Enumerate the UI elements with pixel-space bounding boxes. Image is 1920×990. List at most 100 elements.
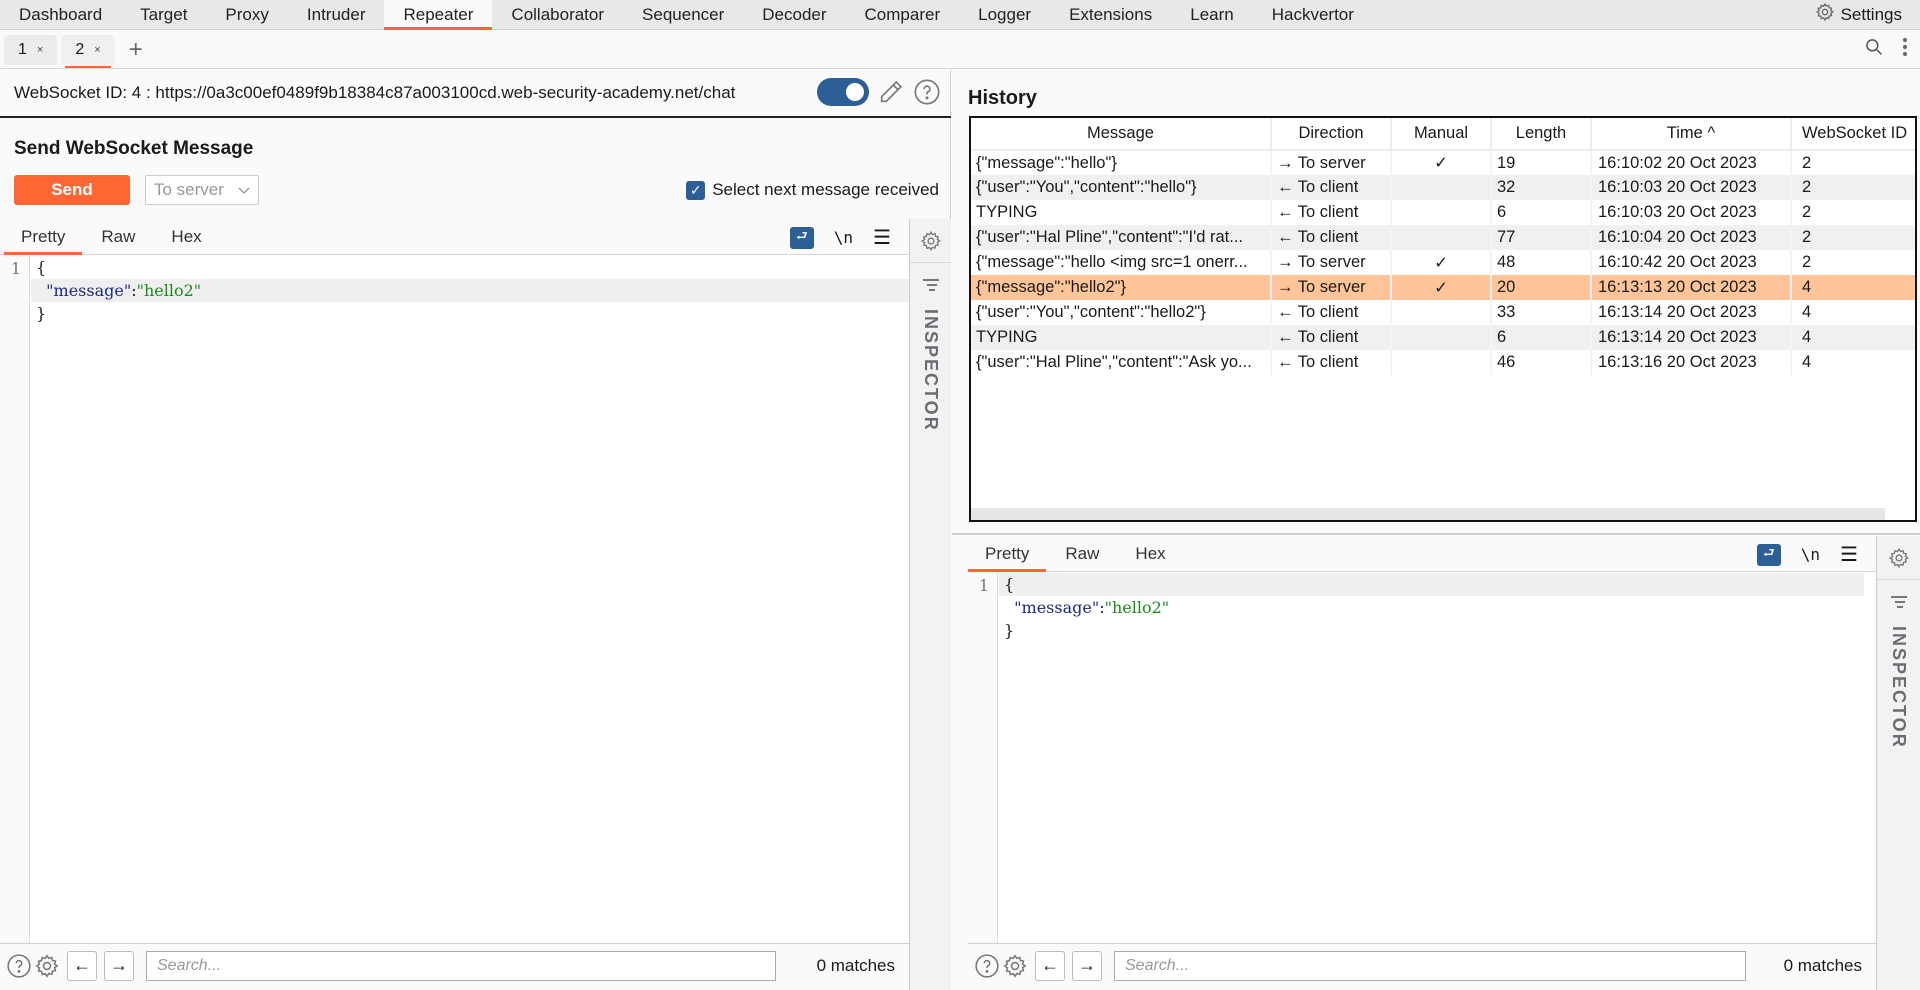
column-header-length[interactable]: Length bbox=[1491, 118, 1592, 151]
inspector-panel[interactable]: INSPECTOR bbox=[1876, 536, 1920, 990]
menu-repeater[interactable]: Repeater bbox=[384, 0, 493, 30]
cell-direction: ← To client bbox=[1271, 225, 1392, 250]
cell-length: 6 bbox=[1491, 200, 1592, 225]
code-line: } bbox=[999, 619, 1864, 642]
gear-icon[interactable] bbox=[34, 953, 60, 979]
table-row[interactable]: {"message":"hello2"} → To server ✓ 20 16:13:… bbox=[971, 275, 1915, 300]
previous-match-button[interactable]: ← bbox=[1035, 950, 1065, 981]
pencil-icon[interactable] bbox=[877, 78, 905, 106]
cell-time: 16:13:14 20 Oct 2023 bbox=[1591, 300, 1792, 325]
select-next-message-checkbox[interactable]: ✓ Select next message received bbox=[686, 180, 939, 200]
tab-raw[interactable]: Raw bbox=[1048, 544, 1116, 571]
menu-hackvertor[interactable]: Hackvertor bbox=[1253, 0, 1373, 29]
column-header-time[interactable]: Time ^ bbox=[1591, 118, 1792, 151]
cell-time: 16:10:03 20 Oct 2023 bbox=[1591, 175, 1792, 200]
help-icon[interactable] bbox=[974, 953, 1000, 979]
chevron-down-icon bbox=[238, 180, 250, 200]
close-icon[interactable]: × bbox=[37, 44, 43, 56]
close-icon[interactable]: × bbox=[94, 44, 100, 56]
inspector-settings[interactable] bbox=[1877, 536, 1920, 580]
menu-proxy[interactable]: Proxy bbox=[206, 0, 287, 29]
table-row[interactable]: {"message":"hello <img src=1 onerr... → T… bbox=[971, 250, 1915, 275]
table-row[interactable]: TYPING ← To client 6 16:13:14 20 Oct 2023 4 bbox=[971, 325, 1915, 350]
tab-raw[interactable]: Raw bbox=[84, 227, 152, 254]
table-row[interactable]: {"user":"Hal Pline","content":"Ask yo...… bbox=[971, 350, 1915, 375]
repeater-tab-2[interactable]: 2 × bbox=[61, 34, 115, 68]
arrow-left-icon: ← bbox=[1041, 955, 1059, 975]
code-area[interactable]: 1 { "message":"hello2" } bbox=[0, 256, 909, 943]
table-row[interactable]: {"message":"hello"} → To server ✓ 19 16:10:0… bbox=[971, 150, 1915, 175]
more-options-icon[interactable] bbox=[1902, 37, 1908, 62]
help-icon[interactable] bbox=[6, 953, 32, 979]
inspector-panel[interactable]: INSPECTOR bbox=[909, 219, 951, 990]
line-number: 1 bbox=[978, 576, 989, 595]
show-newlines-button[interactable]: \n bbox=[1801, 545, 1820, 564]
send-button[interactable]: Send bbox=[14, 175, 130, 205]
tab-pretty[interactable]: Pretty bbox=[4, 227, 83, 255]
json-value: "hello2" bbox=[136, 281, 202, 300]
direction-select[interactable]: To server bbox=[145, 175, 259, 205]
menu-sequencer[interactable]: Sequencer bbox=[623, 0, 743, 29]
cell-time: 16:10:03 20 Oct 2023 bbox=[1591, 200, 1792, 225]
inspector-label[interactable]: INSPECTOR bbox=[1888, 626, 1909, 749]
menu-dashboard[interactable]: Dashboard bbox=[0, 0, 121, 29]
inspector-settings[interactable] bbox=[910, 219, 951, 263]
column-header-message[interactable]: Message bbox=[971, 118, 1272, 151]
hamburger-menu-icon[interactable]: ☰ bbox=[1840, 542, 1858, 567]
settings-button[interactable]: Settings bbox=[1815, 0, 1920, 29]
repeater-tab-row: 1 × 2 × + bbox=[0, 31, 1920, 69]
add-tab-button[interactable]: + bbox=[129, 37, 143, 62]
next-match-button[interactable]: → bbox=[104, 950, 134, 981]
menu-intruder[interactable]: Intruder bbox=[288, 0, 385, 29]
inspector-collapse-icon[interactable] bbox=[1877, 594, 1920, 610]
cell-websocket-id: 2 bbox=[1791, 150, 1915, 175]
inspector-collapse-icon[interactable] bbox=[910, 277, 951, 293]
tab-hex[interactable]: Hex bbox=[154, 227, 218, 254]
word-wrap-icon[interactable]: ⮐ bbox=[1756, 543, 1781, 566]
repeater-tab-1[interactable]: 1 × bbox=[4, 34, 58, 65]
select-next-label: Select next message received bbox=[712, 180, 939, 199]
code-area[interactable]: 1 { "message":"hello2" } bbox=[968, 573, 1876, 943]
connection-toggle[interactable] bbox=[817, 78, 869, 106]
tab-pretty[interactable]: Pretty bbox=[968, 544, 1047, 572]
show-newlines-button[interactable]: \n bbox=[834, 228, 853, 247]
column-header-direction[interactable]: Direction bbox=[1271, 118, 1392, 151]
column-header-websocket-id[interactable]: WebSocket ID bbox=[1791, 118, 1915, 151]
inspector-label[interactable]: INSPECTOR bbox=[920, 309, 941, 432]
table-row[interactable]: {"user":"Hal Pline","content":"I'd rat..… bbox=[971, 225, 1915, 250]
history-title: History bbox=[968, 87, 1037, 109]
cell-message: {"message":"hello <img src=1 onerr... bbox=[971, 250, 1272, 275]
tab-label: 2 bbox=[75, 40, 85, 58]
menu-learn[interactable]: Learn bbox=[1171, 0, 1252, 29]
table-row[interactable]: TYPING ← To client 6 16:10:03 20 Oct 2023 2 bbox=[971, 200, 1915, 225]
websocket-header: WebSocket ID: 4 : https://0a3c00ef0489f9… bbox=[0, 70, 951, 118]
search-input[interactable] bbox=[1114, 950, 1746, 981]
hamburger-menu-icon[interactable]: ☰ bbox=[873, 225, 891, 250]
table-row[interactable]: {"user":"You","content":"hello"} ← To cli… bbox=[971, 175, 1915, 200]
search-input[interactable] bbox=[146, 950, 776, 981]
checkbox-checked-icon[interactable]: ✓ bbox=[686, 180, 706, 200]
split-divider[interactable] bbox=[952, 533, 1920, 535]
code-line: "message":"hello2" bbox=[31, 279, 909, 302]
word-wrap-icon[interactable]: ⮐ bbox=[789, 226, 814, 249]
column-header-manual[interactable]: Manual bbox=[1391, 118, 1492, 151]
menu-logger[interactable]: Logger bbox=[959, 0, 1050, 29]
search-icon[interactable] bbox=[1864, 37, 1884, 62]
cell-websocket-id: 4 bbox=[1791, 275, 1915, 300]
gear-icon bbox=[1815, 2, 1835, 27]
gear-icon[interactable] bbox=[1002, 953, 1028, 979]
horizontal-scrollbar[interactable] bbox=[971, 508, 1885, 520]
cell-length: 32 bbox=[1491, 175, 1592, 200]
menu-comparer[interactable]: Comparer bbox=[846, 0, 960, 29]
table-row[interactable]: {"user":"You","content":"hello2"} ← To cl… bbox=[971, 300, 1915, 325]
tab-hex[interactable]: Hex bbox=[1118, 544, 1182, 571]
cell-websocket-id: 2 bbox=[1791, 250, 1915, 275]
cell-manual: ✓ bbox=[1391, 275, 1492, 300]
previous-match-button[interactable]: ← bbox=[67, 950, 97, 981]
menu-extensions[interactable]: Extensions bbox=[1050, 0, 1171, 29]
next-match-button[interactable]: → bbox=[1072, 950, 1102, 981]
menu-decoder[interactable]: Decoder bbox=[743, 0, 845, 29]
menu-target[interactable]: Target bbox=[121, 0, 206, 29]
help-icon[interactable] bbox=[913, 78, 941, 106]
menu-collaborator[interactable]: Collaborator bbox=[492, 0, 623, 29]
